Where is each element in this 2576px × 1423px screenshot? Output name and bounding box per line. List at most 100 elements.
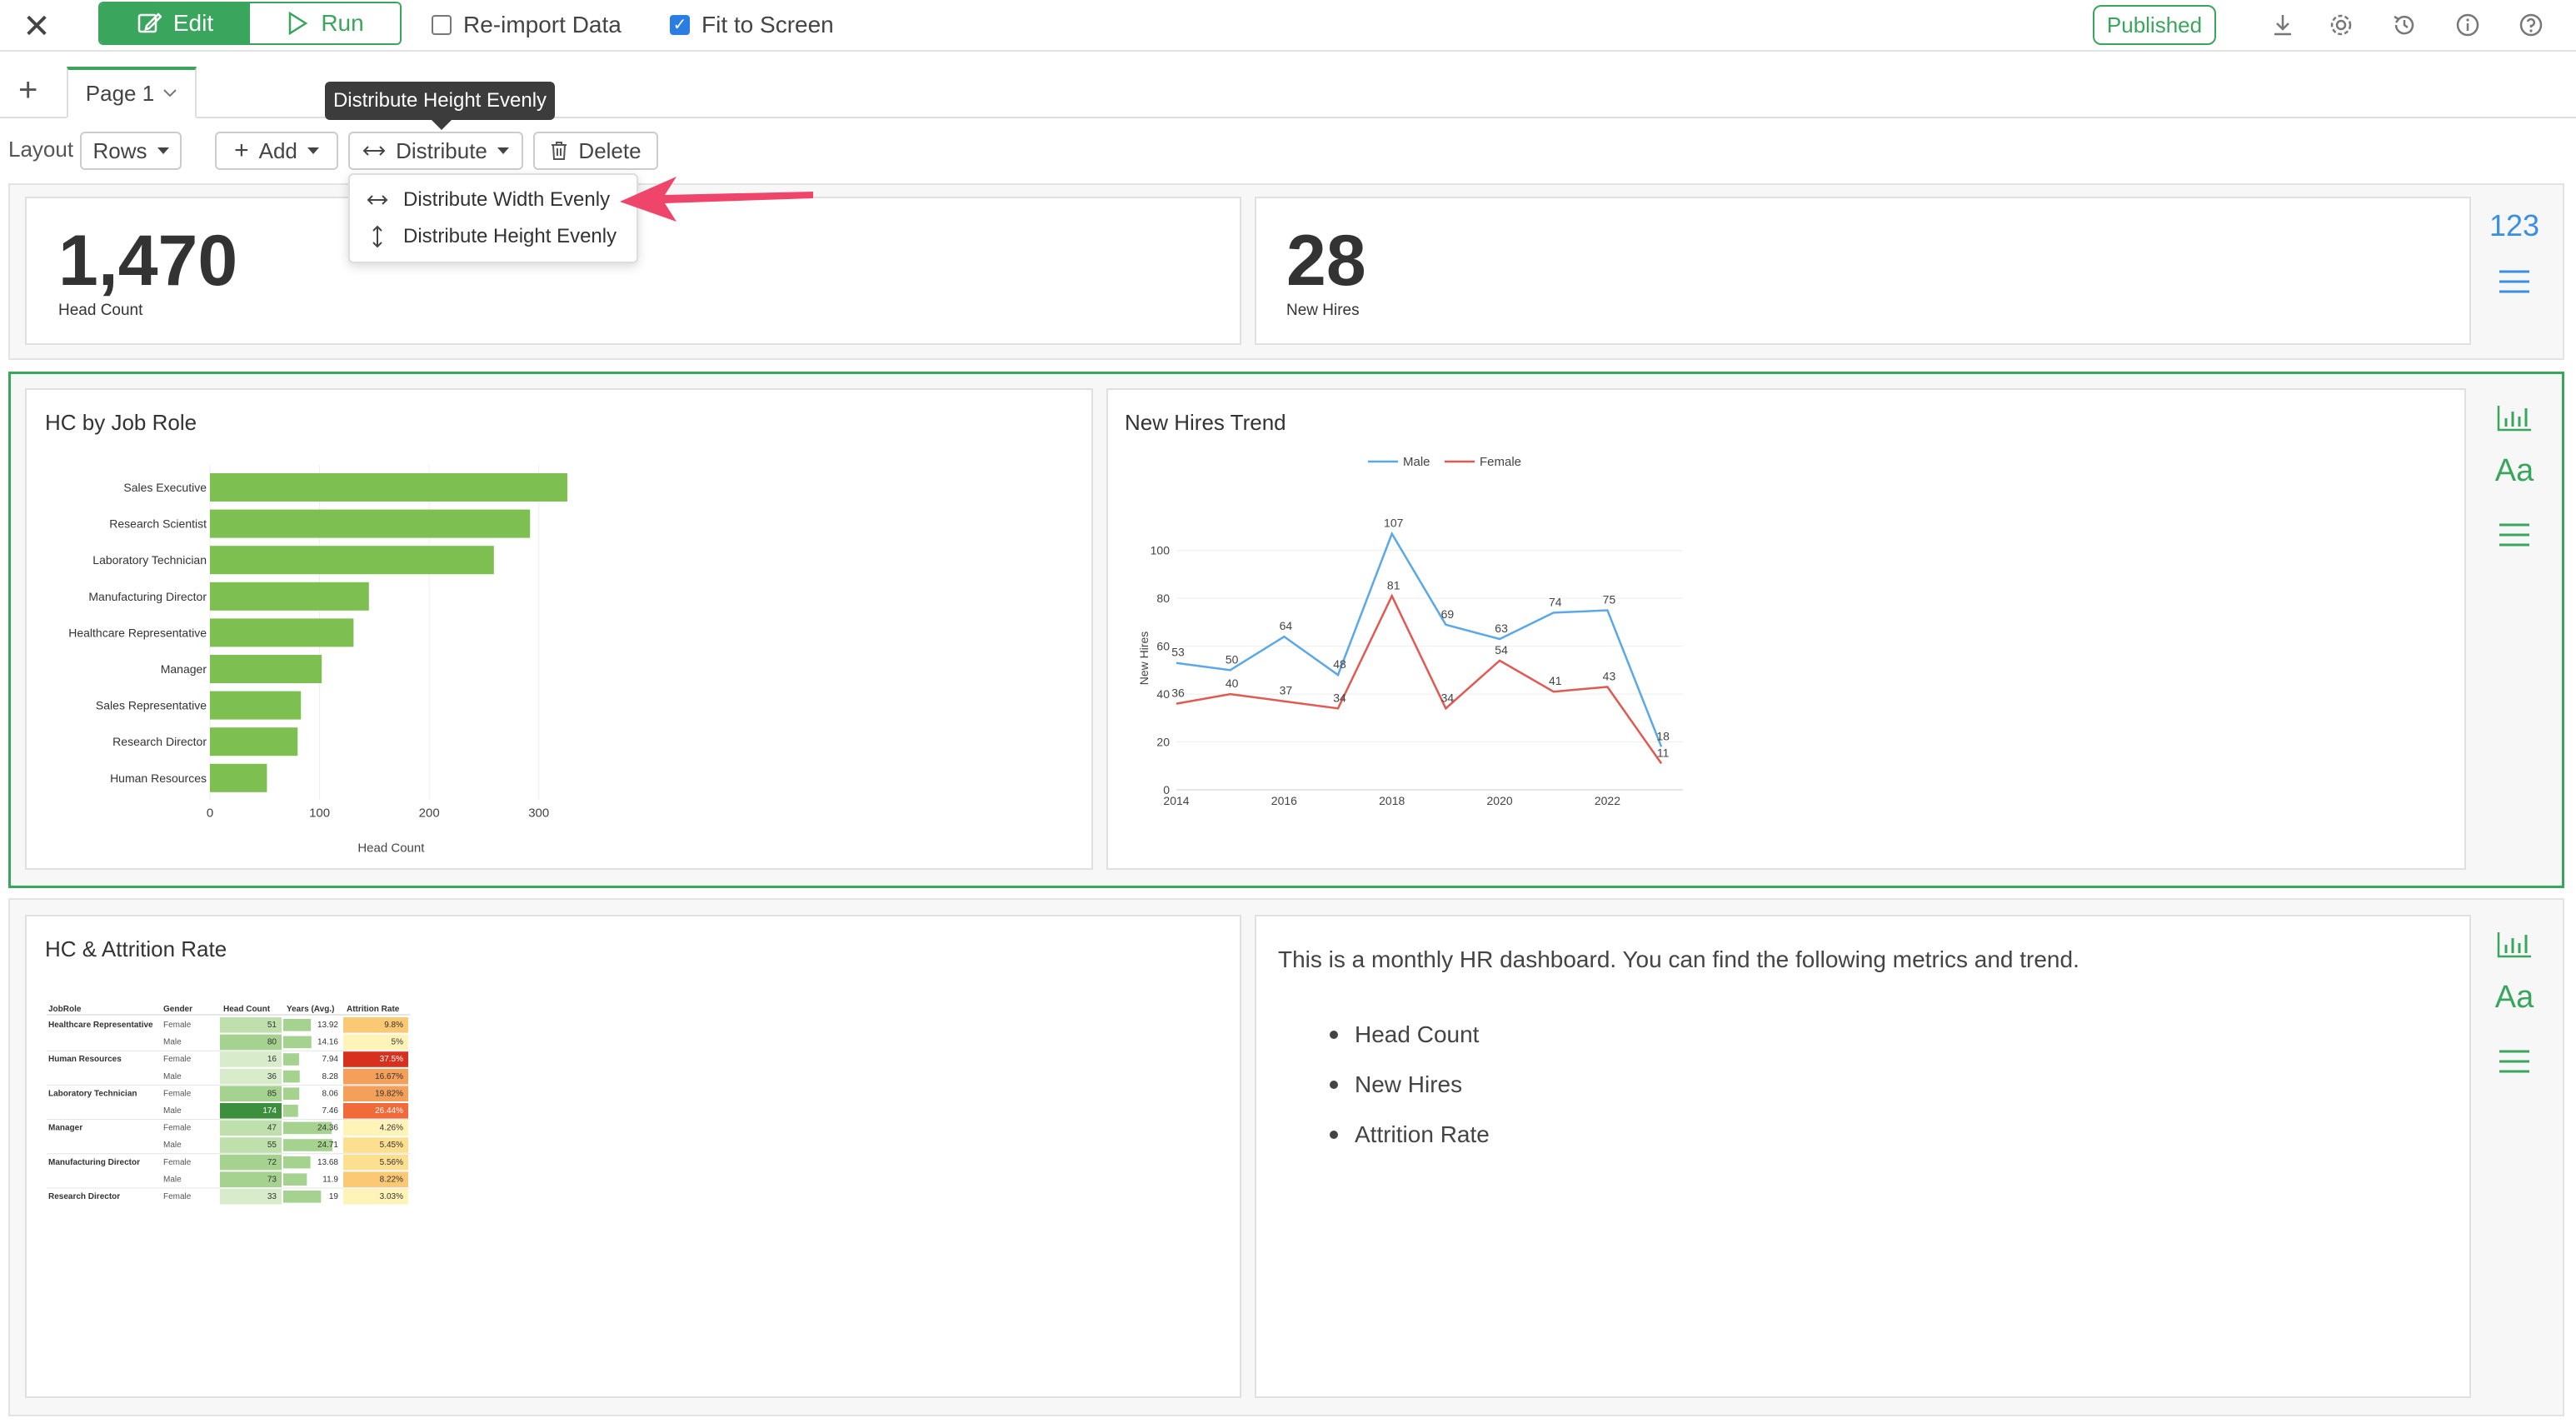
table-card[interactable]: HC & Attrition Rate JobRole Gender Head Co… <box>25 915 1241 1398</box>
table-cell-headcount: 16 <box>267 1055 277 1064</box>
data-label: 41 <box>1549 674 1562 687</box>
tab-page-1[interactable]: Page 1 <box>67 67 197 118</box>
table-cell-rate: 5.45% <box>380 1141 403 1150</box>
kpi-value: 28 <box>1286 221 1366 301</box>
data-label: 34 <box>1441 691 1455 704</box>
run-button[interactable]: Run <box>250 3 400 43</box>
add-button[interactable]: + Add <box>215 132 338 170</box>
text-format-icon[interactable]: Aa <box>2489 453 2539 489</box>
edit-button[interactable]: Edit <box>100 3 250 43</box>
y-tick-label: Human Resources <box>110 771 207 785</box>
table-cell-gender: Male <box>163 1175 182 1184</box>
chart-icon[interactable] <box>2496 930 2533 964</box>
distribute-button[interactable]: Distribute <box>348 132 523 170</box>
fit-to-screen-checkbox[interactable]: ✓ Fit to Screen <box>670 12 834 38</box>
table-cell-gender: Female <box>163 1192 192 1201</box>
data-label: 36 <box>1171 687 1185 700</box>
y-tick-label: Manufacturing Director <box>88 590 207 603</box>
horizontal-arrows-icon <box>367 195 388 205</box>
chart-icon[interactable] <box>2496 403 2533 437</box>
plus-icon: + <box>234 137 249 164</box>
distribute-label: Distribute <box>396 137 487 163</box>
table-cell-headcount: 72 <box>267 1158 277 1167</box>
table-cell-years: 24.36 <box>317 1124 338 1133</box>
info-icon[interactable] <box>2451 8 2484 42</box>
table-cell-jobrole: Healthcare Representative <box>48 1021 153 1030</box>
data-label: 107 <box>1384 517 1404 530</box>
x-tick-label: 2018 <box>1379 794 1405 807</box>
table-cell-gender: Female <box>163 1021 192 1030</box>
data-label: 18 <box>1656 729 1670 742</box>
bullet-item: Head Count <box>1330 1021 1479 1048</box>
y-tick-label: Sales Representative <box>96 699 207 712</box>
kpi-card-new-hires[interactable]: 28 New Hires <box>1255 197 2471 345</box>
bar <box>210 727 298 756</box>
table-cell-headcount: 33 <box>267 1192 277 1201</box>
published-button[interactable]: Published <box>2093 5 2216 45</box>
kpi-label: New Hires <box>1286 302 1360 319</box>
line-chart-title: New Hires Trend <box>1125 410 1286 435</box>
help-icon[interactable] <box>2514 8 2548 42</box>
x-tick-label: 2014 <box>1163 794 1189 807</box>
delete-label: Delete <box>578 137 642 163</box>
table-cell-bar <box>283 1173 307 1186</box>
description-card[interactable]: This is a monthly HR dashboard. You can … <box>1255 915 2471 1398</box>
column-header: JobRole <box>48 1005 82 1014</box>
bar-chart: 0 100 200 300 Sales Executive Research Scient… <box>68 465 567 855</box>
table-cell-years: 13.68 <box>317 1158 338 1167</box>
table-cell-bar <box>283 1053 299 1066</box>
bar <box>210 509 531 538</box>
menu-icon[interactable] <box>2498 268 2531 299</box>
description-text: This is a monthly HR dashboard. You can … <box>1278 946 2079 972</box>
y-axis-label: New Hires <box>1137 632 1151 686</box>
x-axis-label: Head Count <box>357 841 425 855</box>
rows-dropdown[interactable]: Rows <box>80 132 182 170</box>
menu-item-distribute-height[interactable]: Distribute Height Evenly <box>367 218 617 255</box>
table-cell-jobrole: Manufacturing Director <box>48 1158 140 1167</box>
column-header: Years (Avg.) <box>287 1005 334 1014</box>
menu-item-distribute-width[interactable]: Distribute Width Evenly <box>367 182 610 218</box>
table-cell-gender: Male <box>163 1038 182 1047</box>
reimport-checkbox-box[interactable] <box>432 15 452 35</box>
menu-icon[interactable] <box>2498 1048 2531 1079</box>
data-label: 63 <box>1495 622 1508 635</box>
table-cell-bar <box>283 1036 312 1049</box>
fit-to-screen-checkbox-box[interactable]: ✓ <box>670 15 690 35</box>
bullet-text: Attrition Rate <box>1355 1121 1490 1147</box>
gear-icon[interactable] <box>2324 8 2358 42</box>
delete-button[interactable]: Delete <box>533 132 658 170</box>
rows-label: Rows <box>92 137 147 163</box>
table-cell-gender: Female <box>163 1089 192 1098</box>
table-title: HC & Attrition Rate <box>45 936 227 961</box>
y-tick-label: 40 <box>1156 687 1170 701</box>
text-format-icon[interactable]: Aa <box>2489 980 2539 1016</box>
bullet-dot <box>1330 1131 1338 1139</box>
close-icon[interactable]: ✕ <box>20 10 53 43</box>
caret-down-icon <box>307 147 319 154</box>
reimport-checkbox[interactable]: Re-import Data <box>432 12 622 38</box>
table-cell-gender: Male <box>163 1106 182 1116</box>
y-tick-label: Research Scientist <box>109 517 207 531</box>
vertical-arrows-icon <box>372 225 382 248</box>
line-chart-card[interactable]: New Hires Trend 0 20 40 60 80 100 2014 2016 2018… <box>1106 388 2466 870</box>
kpi-value: 1,470 <box>58 221 238 301</box>
history-icon[interactable] <box>2388 8 2421 42</box>
table-cell-years: 14.16 <box>317 1038 338 1047</box>
y-tick-label: 100 <box>1151 544 1171 557</box>
y-tick-label: Research Director <box>112 735 207 748</box>
table-cell-years: 11.9 <box>322 1175 338 1184</box>
number-kpi-icon[interactable]: 123 <box>2489 208 2539 243</box>
table-cell-jobrole: Research Director <box>48 1192 120 1201</box>
bar <box>210 582 369 611</box>
data-label: 40 <box>1226 677 1239 690</box>
table-cell-jobrole: Human Resources <box>48 1055 122 1064</box>
menu-icon[interactable] <box>2498 522 2531 552</box>
bar-chart-card[interactable]: HC by Job Role 0 100 200 300 Sales Executive… <box>25 388 1093 870</box>
table-cell-headcount: 47 <box>267 1124 277 1133</box>
table-cell-years: 8.06 <box>322 1089 339 1098</box>
download-icon[interactable] <box>2266 8 2299 42</box>
caret-down-icon <box>497 147 509 154</box>
x-tick-label: 2022 <box>1595 794 1620 807</box>
bullet-text: New Hires <box>1355 1071 1463 1097</box>
add-page-icon[interactable]: + <box>18 73 37 107</box>
